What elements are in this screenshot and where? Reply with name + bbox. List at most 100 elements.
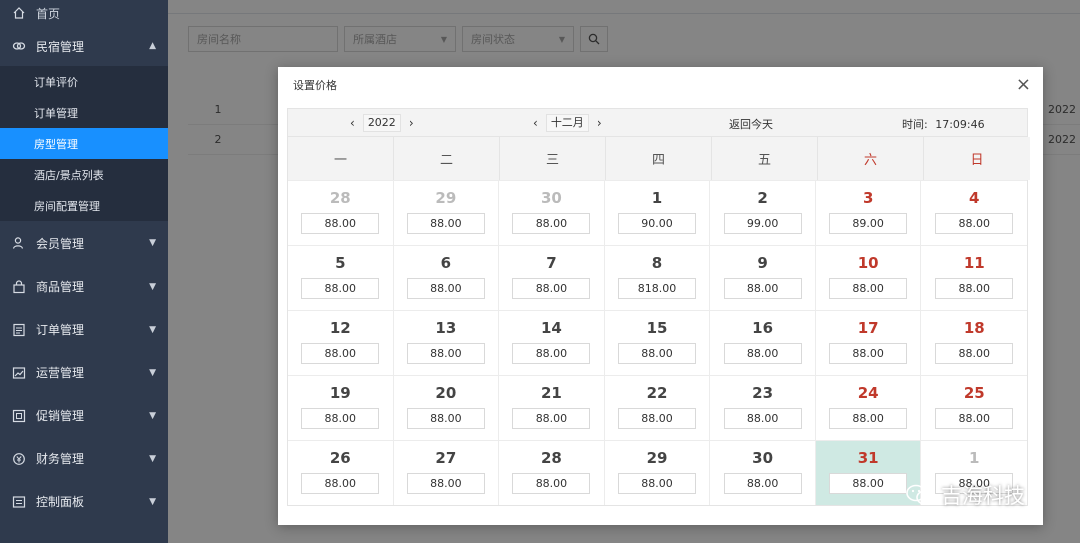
day-number: 1 xyxy=(651,189,663,207)
nav-group-finance[interactable]: 财务管理 ▼ xyxy=(0,437,168,480)
year-value[interactable]: 2022 xyxy=(362,114,401,132)
calendar-day[interactable]: 29 88.00 xyxy=(604,441,711,505)
calendar-day[interactable]: 12 88.00 xyxy=(288,311,394,375)
back-to-today-button[interactable]: 返回今天 xyxy=(729,116,773,132)
calendar-day[interactable]: 29 88.00 xyxy=(393,181,500,245)
sidebar-item-order-review[interactable]: 订单评价 xyxy=(0,66,168,97)
nav-group-orders[interactable]: 订单管理 ▼ xyxy=(0,308,168,351)
bag-icon xyxy=(12,279,26,294)
calendar-day[interactable]: 20 88.00 xyxy=(393,376,500,440)
price-input[interactable]: 88.00 xyxy=(829,343,908,364)
calendar-day[interactable]: 8 818.00 xyxy=(604,246,711,310)
sidebar-item-room-type[interactable]: 房型管理 xyxy=(0,128,168,159)
price-input[interactable]: 90.00 xyxy=(618,213,697,234)
price-input[interactable]: 88.00 xyxy=(935,343,1014,364)
price-input[interactable]: 88.00 xyxy=(512,408,591,429)
price-input[interactable]: 88.00 xyxy=(301,213,380,234)
price-input[interactable]: 88.00 xyxy=(406,408,485,429)
chart-icon xyxy=(12,366,26,380)
price-input[interactable]: 88.00 xyxy=(512,343,591,364)
calendar-day[interactable]: 5 88.00 xyxy=(288,246,394,310)
price-input[interactable]: 88.00 xyxy=(935,278,1014,299)
calendar-grid: 28 88.00 29 88.00 30 88.00 1 90.00 2 99.00 3 89.00 4… xyxy=(288,180,1028,505)
price-input[interactable]: 88.00 xyxy=(301,278,380,299)
price-input[interactable]: 88.00 xyxy=(935,213,1014,234)
calendar-day[interactable]: 25 88.00 xyxy=(921,376,1028,440)
close-icon[interactable]: × xyxy=(1016,76,1031,94)
day-number: 27 xyxy=(435,449,457,467)
calendar-day[interactable]: 15 88.00 xyxy=(604,311,711,375)
price-input[interactable]: 88.00 xyxy=(406,343,485,364)
price-input[interactable]: 88.00 xyxy=(723,343,802,364)
prev-month-icon[interactable]: ‹ xyxy=(533,116,538,130)
prev-year-icon[interactable]: ‹ xyxy=(350,116,355,130)
price-input[interactable]: 88.00 xyxy=(935,408,1014,429)
day-number: 7 xyxy=(546,254,557,272)
price-input[interactable]: 88.00 xyxy=(618,473,697,494)
price-input[interactable]: 88.00 xyxy=(512,473,591,494)
calendar-day[interactable]: 28 88.00 xyxy=(499,441,605,505)
nav-group-operation[interactable]: 运营管理 ▼ xyxy=(0,351,168,394)
price-input[interactable]: 88.00 xyxy=(829,278,908,299)
calendar-day[interactable]: 17 88.00 xyxy=(815,311,922,375)
calendar-day[interactable]: 19 88.00 xyxy=(288,376,394,440)
next-month-icon[interactable]: › xyxy=(597,116,602,130)
calendar-day[interactable]: 26 88.00 xyxy=(288,441,394,505)
calendar-day[interactable]: 30 88.00 xyxy=(499,181,605,245)
nav-group-control[interactable]: 控制面板 ▼ xyxy=(0,480,168,523)
day-number: 13 xyxy=(435,319,457,337)
sidebar-item-room-config[interactable]: 房间配置管理 xyxy=(0,190,168,221)
calendar-day[interactable]: 18 88.00 xyxy=(921,311,1028,375)
calendar-day[interactable]: 28 88.00 xyxy=(288,181,394,245)
calendar-day[interactable]: 23 88.00 xyxy=(710,376,816,440)
calendar-day[interactable]: 30 88.00 xyxy=(710,441,816,505)
month-value[interactable]: 十二月 xyxy=(545,114,589,132)
sidebar-item-hotel-list[interactable]: 酒店/景点列表 xyxy=(0,159,168,190)
weekday-label: 三 xyxy=(500,137,606,180)
nav-group-goods[interactable]: 商品管理 ▼ xyxy=(0,265,168,308)
price-input[interactable]: 88.00 xyxy=(512,278,591,299)
nav-group-promo[interactable]: 促销管理 ▼ xyxy=(0,394,168,437)
price-input[interactable]: 88.00 xyxy=(512,213,591,234)
price-input[interactable]: 88.00 xyxy=(406,473,485,494)
calendar-day[interactable]: 14 88.00 xyxy=(499,311,605,375)
calendar-day[interactable]: 2 99.00 xyxy=(710,181,816,245)
calendar-day[interactable]: 9 88.00 xyxy=(710,246,816,310)
calendar-day[interactable]: 4 88.00 xyxy=(921,181,1028,245)
calendar-day[interactable]: 10 88.00 xyxy=(815,246,922,310)
nav-home[interactable]: 首页 xyxy=(0,0,168,26)
calendar-day[interactable]: 22 88.00 xyxy=(604,376,711,440)
calendar-day[interactable]: 21 88.00 xyxy=(499,376,605,440)
price-input[interactable]: 88.00 xyxy=(406,278,485,299)
nav-group-member[interactable]: 会员管理 ▼ xyxy=(0,221,168,265)
price-input[interactable]: 88.00 xyxy=(301,408,380,429)
price-input[interactable]: 88.00 xyxy=(723,278,802,299)
calendar-day[interactable]: 16 88.00 xyxy=(710,311,816,375)
price-input[interactable]: 88.00 xyxy=(406,213,485,234)
sidebar-item-order-manage[interactable]: 订单管理 xyxy=(0,97,168,128)
price-input[interactable]: 88.00 xyxy=(301,473,380,494)
calendar-day[interactable]: 24 88.00 xyxy=(815,376,922,440)
calendar-day[interactable]: 11 88.00 xyxy=(921,246,1028,310)
calendar-day[interactable]: 13 88.00 xyxy=(393,311,500,375)
price-input[interactable]: 88.00 xyxy=(618,343,697,364)
link-icon xyxy=(12,39,26,53)
price-input[interactable]: 88.00 xyxy=(723,473,802,494)
calendar-day[interactable]: 6 88.00 xyxy=(393,246,500,310)
price-input[interactable]: 88.00 xyxy=(723,408,802,429)
nav-group-homestay[interactable]: 民宿管理 ▲ xyxy=(0,26,168,66)
calendar-day[interactable]: 7 88.00 xyxy=(499,246,605,310)
price-input[interactable]: 99.00 xyxy=(723,213,802,234)
price-input[interactable]: 88.00 xyxy=(829,473,908,494)
day-number: 22 xyxy=(646,384,668,402)
price-input[interactable]: 88.00 xyxy=(829,408,908,429)
price-input[interactable]: 88.00 xyxy=(618,408,697,429)
weekday-label: 六 xyxy=(818,137,924,180)
price-input[interactable]: 818.00 xyxy=(618,278,697,299)
next-year-icon[interactable]: › xyxy=(409,116,414,130)
calendar-day[interactable]: 27 88.00 xyxy=(393,441,500,505)
price-input[interactable]: 89.00 xyxy=(829,213,908,234)
calendar-day[interactable]: 1 90.00 xyxy=(604,181,711,245)
calendar-day[interactable]: 3 89.00 xyxy=(815,181,922,245)
price-input[interactable]: 88.00 xyxy=(301,343,380,364)
